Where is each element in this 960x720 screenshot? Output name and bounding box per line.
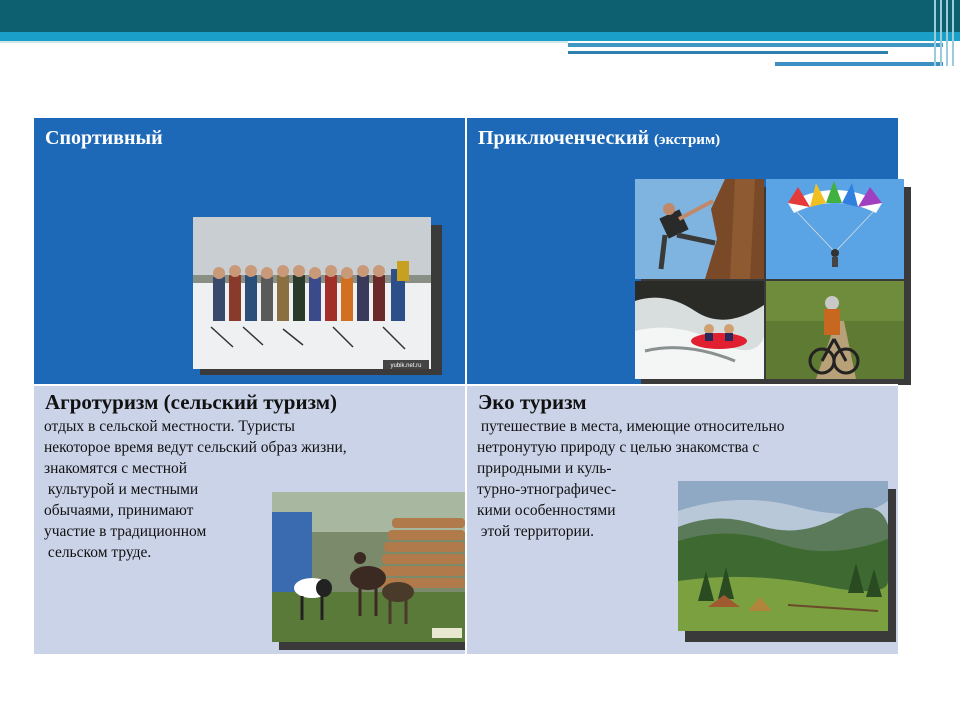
desc-line: этой территории.: [477, 523, 594, 540]
cell-title: Эко туризм: [478, 390, 587, 414]
header-strip: [568, 43, 943, 47]
header-bar-dark: [0, 0, 960, 32]
goats-photo: [272, 492, 465, 642]
parachute-photo: [766, 179, 904, 279]
cell-eco: Эко туризм путешествие в места, имеющие …: [467, 386, 898, 654]
header-strip: [775, 62, 943, 66]
desc-line: обычаями, принимают: [44, 502, 194, 519]
cell-title-main: Приключенческий: [478, 127, 649, 149]
header-strip: [568, 51, 888, 54]
desc-line: знакомятся с местной: [44, 460, 188, 477]
climber-photo: [635, 179, 764, 279]
tourism-types-table: Спортивный yubik.net.ru Приключенческий …: [34, 118, 911, 654]
mountain-valley-photo: [678, 481, 888, 631]
desc-line: турно-этнографичес-: [477, 481, 617, 498]
cell-sport: Спортивный yubik.net.ru: [34, 118, 465, 384]
desc-line: некоторое время ведут сельский образ жиз…: [44, 439, 347, 456]
cell-title: Агротуризм (сельский туризм): [45, 390, 338, 414]
cell-adventure: Приключенческий (экстрим): [467, 118, 911, 385]
cell-title-note: (экстрим): [654, 132, 721, 148]
header-vertical-lines: [930, 0, 960, 66]
desc-line: культурой и местными: [44, 481, 199, 498]
desc-line: путешествие в места, имеющие относительн…: [477, 418, 785, 435]
ski-group-photo: yubik.net.ru: [193, 217, 431, 369]
cell-agro: Агротуризм (сельский туризм) отдых в сел…: [34, 386, 472, 654]
desc-line: отдых в сельской местности. Туристы: [44, 418, 295, 435]
table-divider: [465, 118, 467, 654]
header-bar-cyan: [0, 32, 960, 41]
rafting-photo: [635, 281, 764, 379]
desc-line: кими особенностями: [477, 502, 616, 519]
cell-title: Приключенческий (экстрим): [478, 127, 720, 150]
desc-line: сельском труде.: [44, 544, 152, 561]
cell-title: Спортивный: [45, 127, 163, 149]
cyclist-photo: [766, 281, 904, 379]
desc-line: нетронутую природу с целью знакомства с: [477, 439, 760, 456]
photo-watermark: yubik.net.ru: [390, 363, 421, 369]
header-line: [0, 41, 568, 43]
desc-line: участие в традиционном: [44, 523, 207, 540]
table-divider: [34, 384, 898, 386]
desc-line: природными и куль-: [477, 460, 612, 477]
